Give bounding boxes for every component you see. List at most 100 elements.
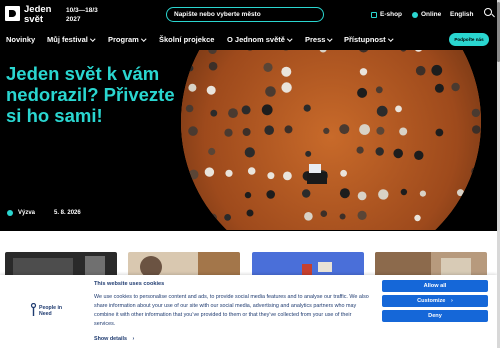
audience-member: [359, 124, 370, 135]
audience-member: [185, 50, 194, 56]
audience-member: [339, 213, 346, 220]
audience-member: [208, 61, 218, 71]
audience-member: [376, 105, 388, 117]
audience-member: [261, 104, 273, 116]
nav-item-o-jednom-svete[interactable]: O Jednom světě: [227, 35, 293, 45]
audience-member: [284, 125, 293, 134]
festival-dates: 10/3—18/3 2027: [66, 7, 98, 23]
audience-member: [210, 109, 218, 117]
cookie-title: This website uses cookies: [94, 281, 165, 287]
hero-image[interactable]: [181, 50, 481, 230]
audience-member: [228, 108, 238, 119]
chevron-right-icon: ›: [132, 336, 135, 342]
audience-member: [400, 188, 408, 196]
audience-member: [266, 190, 275, 199]
audience-member: [206, 85, 216, 95]
audience-member: [264, 125, 274, 135]
main-nav: Novinky Můj festival Program Školní proj…: [0, 32, 500, 48]
nav-label: Program: [108, 35, 139, 44]
audience-member: [265, 86, 276, 97]
audience-member: [356, 146, 364, 154]
audience-member: [339, 124, 350, 135]
nav-item-press[interactable]: Press: [305, 35, 333, 45]
hero-date: 5. 8. 2026: [54, 210, 81, 216]
nav-item-program[interactable]: Program: [108, 35, 147, 45]
audience-member: [375, 86, 383, 94]
audience-member: [419, 190, 426, 197]
audience-member: [414, 150, 424, 160]
donate-button[interactable]: Podpořte nás: [449, 33, 489, 46]
nav-item-pristupnost[interactable]: Přístupnost: [344, 35, 393, 45]
audience-member: [224, 128, 233, 137]
audience-member: [359, 68, 368, 76]
person-icon: [30, 303, 37, 316]
show-details-link[interactable]: Show details ›: [94, 336, 134, 343]
audience-member: [241, 105, 251, 115]
allow-all-button[interactable]: Allow all: [382, 280, 488, 292]
nav-item-muj-festival[interactable]: Můj festival: [47, 35, 96, 45]
audience-member: [242, 128, 251, 136]
nav-label: Novinky: [6, 35, 36, 44]
customize-button[interactable]: Customize ›: [382, 295, 488, 307]
language-label: English: [450, 11, 474, 18]
audience-member: [244, 191, 252, 199]
card-image: [318, 262, 332, 272]
logo-mark-icon: [5, 6, 20, 21]
deny-button[interactable]: Deny: [382, 310, 488, 322]
audience-member: [414, 214, 421, 222]
nav-item-novinky[interactable]: Novinky: [6, 35, 35, 45]
nav-label: Přístupnost: [344, 35, 386, 44]
audience-member: [304, 212, 313, 221]
site-logo[interactable]: Jeden svět: [5, 5, 63, 26]
audience-member: [471, 166, 481, 177]
audience-member: [302, 189, 311, 198]
audience-member: [453, 210, 465, 221]
audience-member: [188, 83, 197, 92]
online-link[interactable]: Online: [412, 10, 441, 19]
audience-member: [208, 213, 217, 222]
hero-meta: Výzva 5. 8. 2026: [7, 209, 81, 217]
customize-label: Customize: [417, 298, 446, 304]
nav-label: Press: [305, 35, 326, 44]
audience-member: [376, 126, 385, 135]
audience-member: [208, 147, 216, 156]
audience-member: [378, 189, 389, 200]
eshop-label: E-shop: [380, 11, 403, 18]
page: Jeden svět 10/3—18/3 2027 Napište nebo v…: [0, 0, 500, 348]
audience-member: [320, 210, 328, 217]
chevron-down-icon: [141, 35, 147, 41]
audience-member: [375, 147, 384, 156]
audience-member: [188, 169, 199, 180]
audience-member: [185, 104, 194, 113]
nav-item-skolni-projekce[interactable]: Školní projekce: [159, 35, 214, 45]
auditorium-photo: [181, 50, 481, 230]
chevron-down-icon: [90, 35, 96, 41]
hero-title[interactable]: Jeden svět k vám nedorazil? Přivezte si …: [6, 63, 176, 126]
audience-member: [244, 147, 255, 158]
chevron-down-icon: [327, 35, 333, 41]
search-icon[interactable]: [484, 8, 492, 16]
audience-member: [281, 82, 292, 93]
show-details-label: Show details: [94, 336, 127, 342]
header: Jeden svět 10/3—18/3 2027 Napište nebo v…: [0, 0, 500, 30]
audience-member: [303, 104, 311, 112]
chevron-down-icon: [387, 35, 393, 41]
audience-member: [339, 188, 350, 199]
audience-member: [305, 150, 312, 157]
org-name: People in Need: [39, 305, 63, 317]
audience-member: [434, 83, 444, 93]
eshop-link[interactable]: E-shop: [371, 10, 402, 19]
audience-member: [263, 62, 273, 72]
audience-member: [323, 127, 330, 134]
audience-member: [357, 191, 367, 201]
audience-member: [399, 127, 408, 136]
audience-member: [435, 128, 444, 137]
nav-label: O Jednom světě: [227, 35, 285, 44]
audience-member: [395, 105, 402, 113]
city-search-input[interactable]: Napište nebo vyberte město: [166, 7, 324, 22]
language-switch[interactable]: English: [450, 10, 473, 19]
audience-member: [451, 82, 460, 92]
chevron-down-icon: [287, 35, 293, 41]
cookie-body: We use cookies to personalise content an…: [94, 294, 369, 327]
audience-member: [357, 87, 368, 98]
